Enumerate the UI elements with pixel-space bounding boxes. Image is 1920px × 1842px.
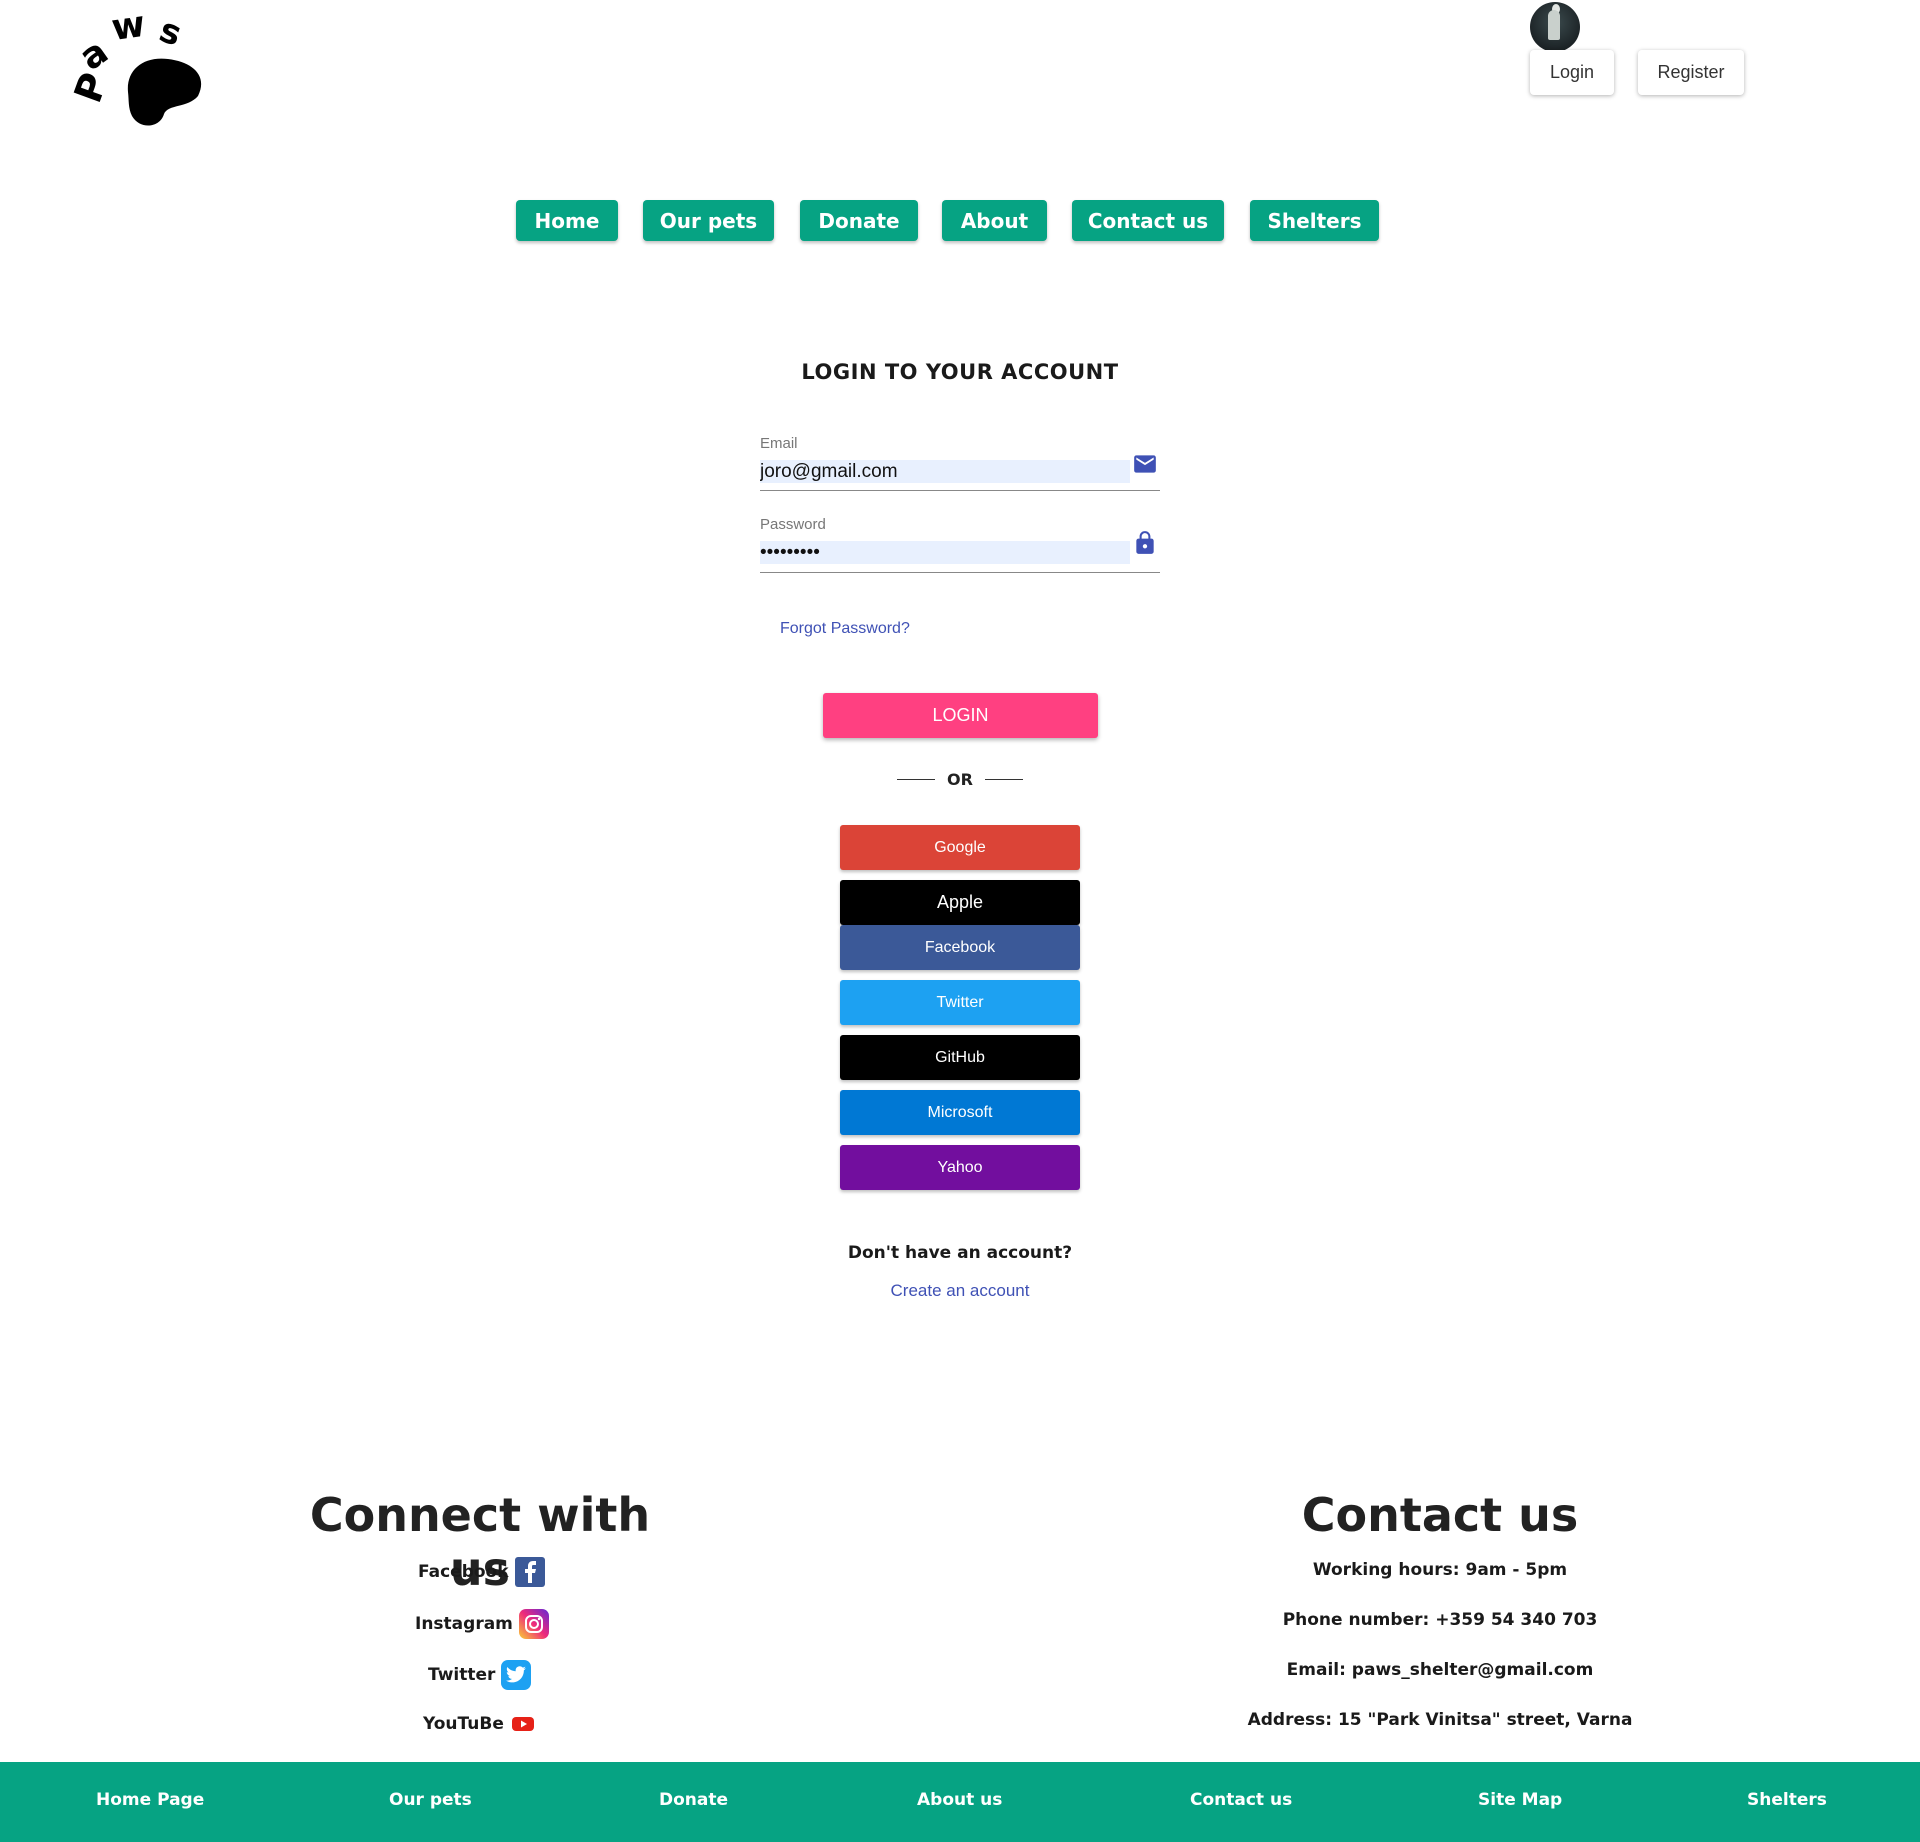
footer-link-contact-us[interactable]: Contact us (1190, 1790, 1292, 1810)
forgot-password-link[interactable]: Forgot Password? (780, 620, 910, 638)
footer-instagram-link[interactable]: Instagram (415, 1609, 549, 1639)
footer-link-about-us[interactable]: About us (917, 1790, 1002, 1810)
footer-bar: Home Page Our pets Donate About us Conta… (0, 1762, 1920, 1842)
email-underline (760, 490, 1160, 491)
email-icon (1134, 455, 1156, 473)
facebook-login-button[interactable]: Facebook (840, 925, 1080, 970)
google-login-button[interactable]: Google (840, 825, 1080, 870)
contact-title: Contact us (1301, 1488, 1579, 1542)
apple-login-button[interactable]: Apple (840, 880, 1080, 925)
footer-facebook-label: Facebook (418, 1562, 509, 1582)
footer-link-shelters[interactable]: Shelters (1747, 1790, 1827, 1810)
main-nav: Home Our pets Donate About Contact us Sh… (0, 200, 1920, 241)
working-hours-text: Working hours: 9am - 5pm (1312, 1560, 1568, 1580)
nav-about[interactable]: About (942, 200, 1047, 241)
avatar-body-shape (1548, 10, 1560, 40)
password-field[interactable] (760, 541, 1130, 564)
login-title: LOGIN TO YOUR ACCOUNT (801, 360, 1119, 384)
password-label: Password (760, 516, 826, 533)
or-line-left (897, 779, 936, 780)
footer-facebook-link[interactable]: Facebook (418, 1557, 545, 1587)
footer-link-our-pets[interactable]: Our pets (389, 1790, 472, 1810)
footer-youtube-link[interactable]: YouTuBe (423, 1711, 536, 1737)
header-register-button[interactable]: Register (1638, 50, 1744, 95)
footer-link-site-map[interactable]: Site Map (1478, 1790, 1562, 1810)
nav-contact-us[interactable]: Contact us (1072, 200, 1224, 241)
phone-text: Phone number: +359 54 340 703 (1282, 1610, 1598, 1630)
create-account-link[interactable]: Create an account (0, 1281, 1920, 1301)
login-submit-button[interactable]: LOGIN (823, 693, 1098, 738)
twitter-icon (501, 1660, 532, 1690)
email-field[interactable] (760, 460, 1130, 483)
email-label: Email (760, 435, 798, 452)
footer-twitter-label: Twitter (428, 1665, 496, 1685)
paws-logo[interactable]: P a w s (68, 4, 204, 130)
facebook-icon (514, 1557, 545, 1587)
yahoo-login-button[interactable]: Yahoo (840, 1145, 1080, 1190)
twitter-login-button[interactable]: Twitter (840, 980, 1080, 1025)
or-line-right (984, 779, 1023, 780)
address-text: Address: 15 "Park Vinitsa" street, Varna (1247, 1710, 1633, 1730)
user-avatar[interactable] (1530, 2, 1580, 52)
footer-instagram-label: Instagram (415, 1614, 513, 1634)
password-underline (760, 572, 1160, 573)
footer-youtube-label: YouTuBe (423, 1714, 504, 1734)
nav-our-pets[interactable]: Our pets (643, 200, 774, 241)
footer-link-donate[interactable]: Donate (659, 1790, 728, 1810)
microsoft-login-button[interactable]: Microsoft (840, 1090, 1080, 1135)
or-text: OR (947, 770, 973, 789)
nav-shelters[interactable]: Shelters (1250, 200, 1379, 241)
footer-link-home-page[interactable]: Home Page (96, 1790, 204, 1810)
nav-donate[interactable]: Donate (800, 200, 918, 241)
nav-home[interactable]: Home (516, 200, 618, 241)
footer-twitter-link[interactable]: Twitter (428, 1660, 532, 1690)
contact-email-text: Email: paws_shelter@gmail.com (1286, 1660, 1594, 1680)
header-login-button[interactable]: Login (1530, 50, 1614, 95)
no-account-text: Don't have an account? (847, 1243, 1073, 1263)
or-divider: OR (0, 770, 1920, 789)
youtube-icon (510, 1711, 536, 1737)
svg-text:s: s (154, 10, 187, 55)
svg-text:w: w (109, 4, 148, 49)
github-login-button[interactable]: GitHub (840, 1035, 1080, 1080)
lock-icon (1136, 531, 1154, 554)
instagram-icon (518, 1609, 549, 1639)
